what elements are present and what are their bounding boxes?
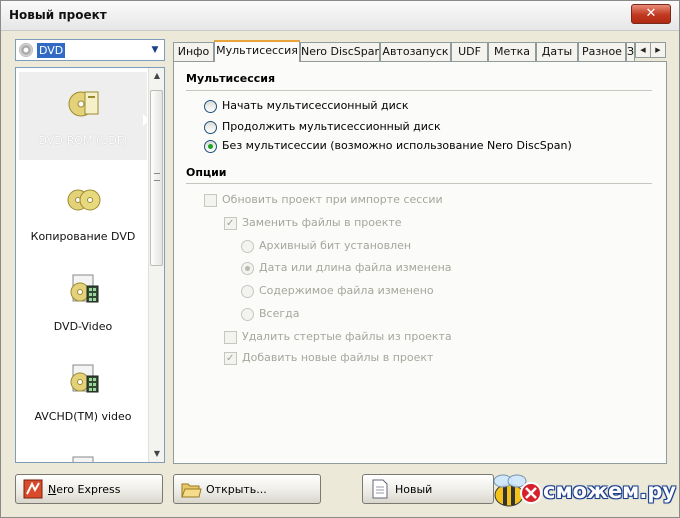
tab-label: Метка bbox=[493, 45, 531, 58]
list-item-dvd-copy[interactable]: Копирование DVD bbox=[19, 168, 147, 256]
list-scrollbar[interactable]: ▲ ▼ bbox=[148, 68, 164, 462]
divider bbox=[186, 183, 652, 184]
tab-scroll-right-icon[interactable]: ▶ bbox=[650, 42, 666, 58]
title-bar[interactable]: Новый проект ✕ bbox=[1, 1, 679, 31]
close-button[interactable]: ✕ bbox=[631, 4, 671, 24]
project-type-dropdown[interactable]: DVD ▼ bbox=[15, 39, 165, 61]
tab-label: UDF bbox=[458, 45, 481, 58]
radio-label: Всегда bbox=[259, 307, 300, 320]
dvd-icon bbox=[72, 456, 94, 462]
nero-express-icon bbox=[23, 479, 43, 499]
checkbox-mark[interactable] bbox=[224, 216, 237, 232]
list-item-label: DVD-ROM (UDF) bbox=[38, 134, 128, 147]
multisession-section-title: Мультисессия bbox=[186, 72, 276, 85]
multisession-panel: Мультисессия Начать мультисессионный дис… bbox=[173, 61, 667, 464]
tab-label: Автозапуск bbox=[382, 45, 449, 58]
checkbox-mark[interactable] bbox=[224, 351, 237, 367]
disc-icon bbox=[19, 43, 33, 57]
tab-udf[interactable]: UDF bbox=[451, 42, 488, 61]
list-item-avchd-video[interactable]: AVCHD(TM) video bbox=[19, 348, 147, 436]
nero-express-label: Nero Express bbox=[48, 483, 121, 496]
dvd-video-icon bbox=[70, 274, 99, 303]
open-label: Открыть... bbox=[206, 483, 267, 496]
new-project-window: Новый проект ✕ DVD ▼ DVD-ROM (UDF) Копир… bbox=[0, 0, 680, 518]
scrollbar-thumb[interactable] bbox=[150, 90, 163, 266]
radio-mark[interactable] bbox=[204, 100, 217, 113]
new-button[interactable]: Новый bbox=[362, 474, 494, 504]
tab-multisession[interactable]: Мультисессия bbox=[214, 40, 300, 62]
list-item-partial[interactable] bbox=[19, 440, 147, 462]
radio-mark[interactable] bbox=[241, 262, 254, 275]
window-title: Новый проект bbox=[9, 8, 107, 22]
dvd-copy-icon bbox=[67, 189, 101, 211]
chevron-down-icon[interactable]: ▼ bbox=[146, 40, 164, 60]
radio-mark[interactable] bbox=[204, 121, 217, 134]
radio-mark[interactable] bbox=[241, 240, 254, 253]
tab-autorun[interactable]: Автозапуск bbox=[380, 42, 451, 61]
tab-overflow[interactable]: З bbox=[626, 42, 635, 61]
close-icon: ✕ bbox=[645, 6, 657, 21]
avchd-video-icon bbox=[70, 364, 99, 393]
tab-nero-discspan[interactable]: Nero DiscSpan bbox=[300, 42, 380, 61]
tab-misc[interactable]: Разное bbox=[578, 42, 626, 61]
tab-dates[interactable]: Даты bbox=[536, 42, 578, 61]
list-item-dvd-video[interactable]: DVD-Video bbox=[19, 258, 147, 346]
checkbox-label: Обновить проект при импорте сессии bbox=[222, 193, 443, 206]
dvd-rom-icon bbox=[68, 91, 99, 117]
options-section-title: Опции bbox=[186, 166, 227, 179]
new-label: Новый bbox=[395, 483, 433, 496]
nero-express-button[interactable]: Nero Express bbox=[15, 474, 163, 504]
tab-label: Даты bbox=[541, 45, 573, 58]
checkbox-mark[interactable] bbox=[204, 194, 217, 207]
checkbox-label: Заменить файлы в проекте bbox=[242, 216, 402, 229]
radio-label: Начать мультисессионный диск bbox=[222, 99, 409, 112]
radio-label: Продолжить мультисессионный диск bbox=[222, 120, 441, 133]
radio-label: Архивный бит установлен bbox=[259, 239, 412, 252]
tab-scroll-left-icon[interactable]: ◀ bbox=[635, 42, 651, 58]
checkbox-mark[interactable] bbox=[224, 331, 237, 344]
watermark-text: сможем.ру bbox=[543, 479, 677, 503]
radio-mark[interactable] bbox=[204, 140, 217, 153]
project-type-list[interactable]: DVD-ROM (UDF) Копирование DVD DVD-Video … bbox=[15, 67, 165, 463]
scroll-up-icon[interactable]: ▲ bbox=[149, 68, 164, 84]
tab-label: Разное bbox=[582, 45, 622, 58]
watermark: сможем.ру bbox=[479, 469, 676, 515]
open-folder-icon bbox=[181, 483, 202, 498]
radio-mark[interactable] bbox=[241, 285, 254, 298]
tab-label: Инфо bbox=[177, 45, 210, 58]
checkbox-label: Добавить новые файлы в проект bbox=[242, 351, 434, 364]
open-button[interactable]: Открыть... bbox=[173, 474, 321, 504]
radio-label: Дата или длина файла изменена bbox=[259, 261, 452, 274]
tab-label: Мультисессия bbox=[216, 44, 298, 57]
radio-mark[interactable] bbox=[241, 308, 254, 321]
list-item-label: Копирование DVD bbox=[30, 230, 136, 243]
checkbox-label: Удалить стертые файлы из проекта bbox=[242, 330, 452, 343]
list-item-dvd-rom[interactable]: DVD-ROM (UDF) bbox=[19, 72, 149, 160]
scroll-down-icon[interactable]: ▼ bbox=[149, 446, 164, 462]
list-item-label: AVCHD(TM) video bbox=[34, 410, 132, 423]
project-type-value: DVD bbox=[37, 43, 66, 58]
radio-label: Без мультисессии (возможно использование… bbox=[222, 139, 572, 152]
list-item-label: DVD-Video bbox=[53, 320, 113, 333]
tab-label-volume[interactable]: Метка bbox=[488, 42, 536, 61]
tab-info[interactable]: Инфо bbox=[173, 42, 214, 61]
new-document-icon bbox=[372, 479, 388, 499]
tab-label: З bbox=[627, 45, 635, 58]
tab-label: Nero DiscSpan bbox=[301, 45, 380, 58]
radio-label: Содержимое файла изменено bbox=[259, 284, 434, 297]
tab-strip: Инфо Мультисессия Nero DiscSpan Автозапу… bbox=[173, 40, 667, 62]
divider bbox=[186, 90, 652, 91]
